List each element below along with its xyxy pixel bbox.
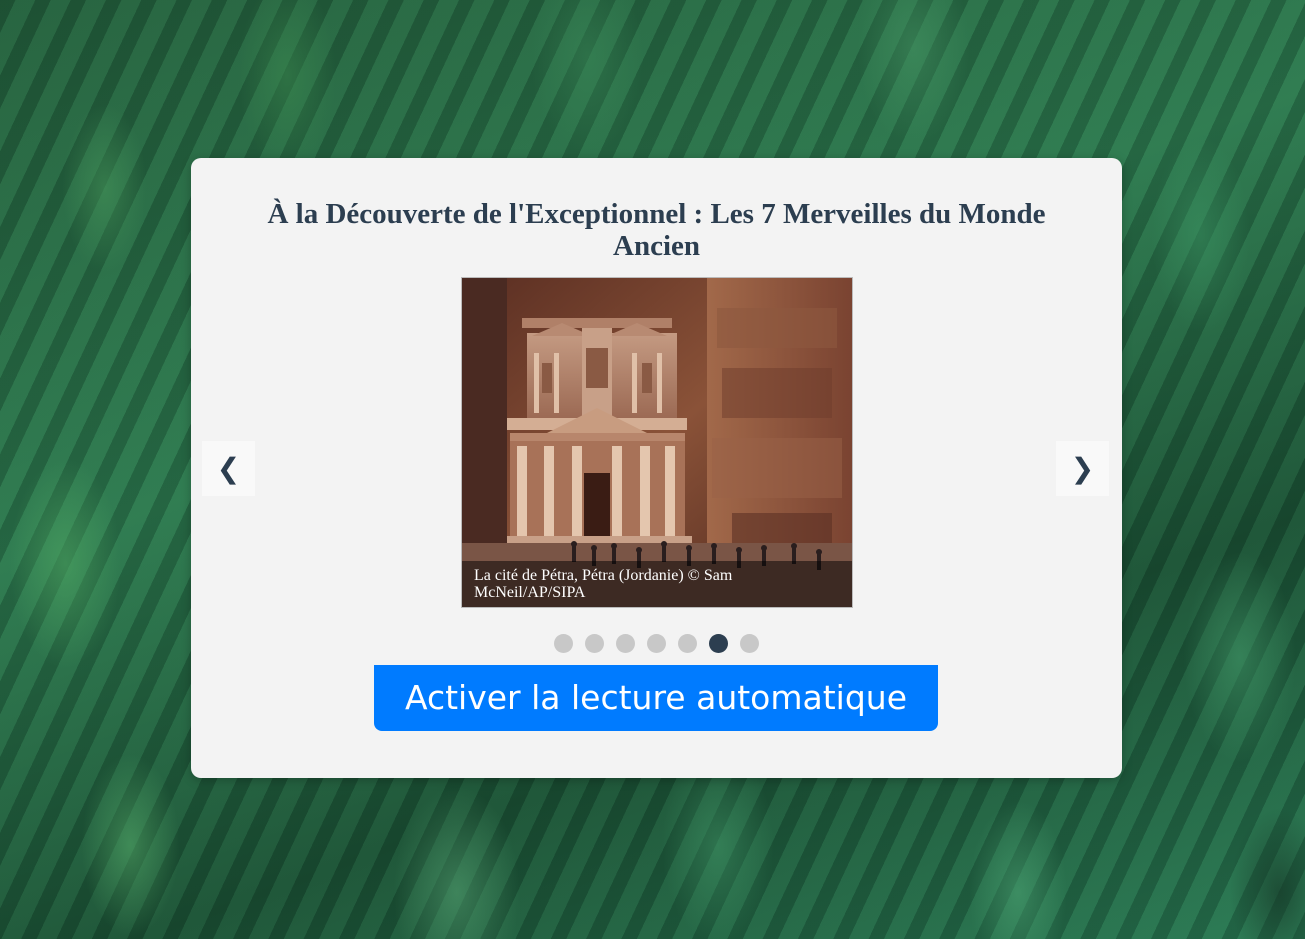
slide-dot-1[interactable] [554,634,573,653]
carousel-card: À la Découverte de l'Exceptionnel : Les … [191,158,1122,778]
petra-treasury-photo [462,278,852,607]
carousel-slide: La cité de Pétra, Pétra (Jordanie) © Sam… [461,277,853,608]
autoplay-button[interactable]: Activer la lecture automatique [374,665,938,731]
carousel-title: À la Découverte de l'Exceptionnel : Les … [267,198,1046,262]
next-slide-button[interactable]: ❯ [1056,441,1109,496]
slide-dot-4[interactable] [647,634,666,653]
slide-dot-5[interactable] [678,634,697,653]
slide-dot-7[interactable] [740,634,759,653]
slide-dot-3[interactable] [616,634,635,653]
slide-dot-6[interactable] [709,634,728,653]
slide-caption: La cité de Pétra, Pétra (Jordanie) © Sam… [462,561,852,607]
slide-dot-2[interactable] [585,634,604,653]
previous-slide-button[interactable]: ❮ [202,441,255,496]
slide-indicators [191,634,1122,653]
